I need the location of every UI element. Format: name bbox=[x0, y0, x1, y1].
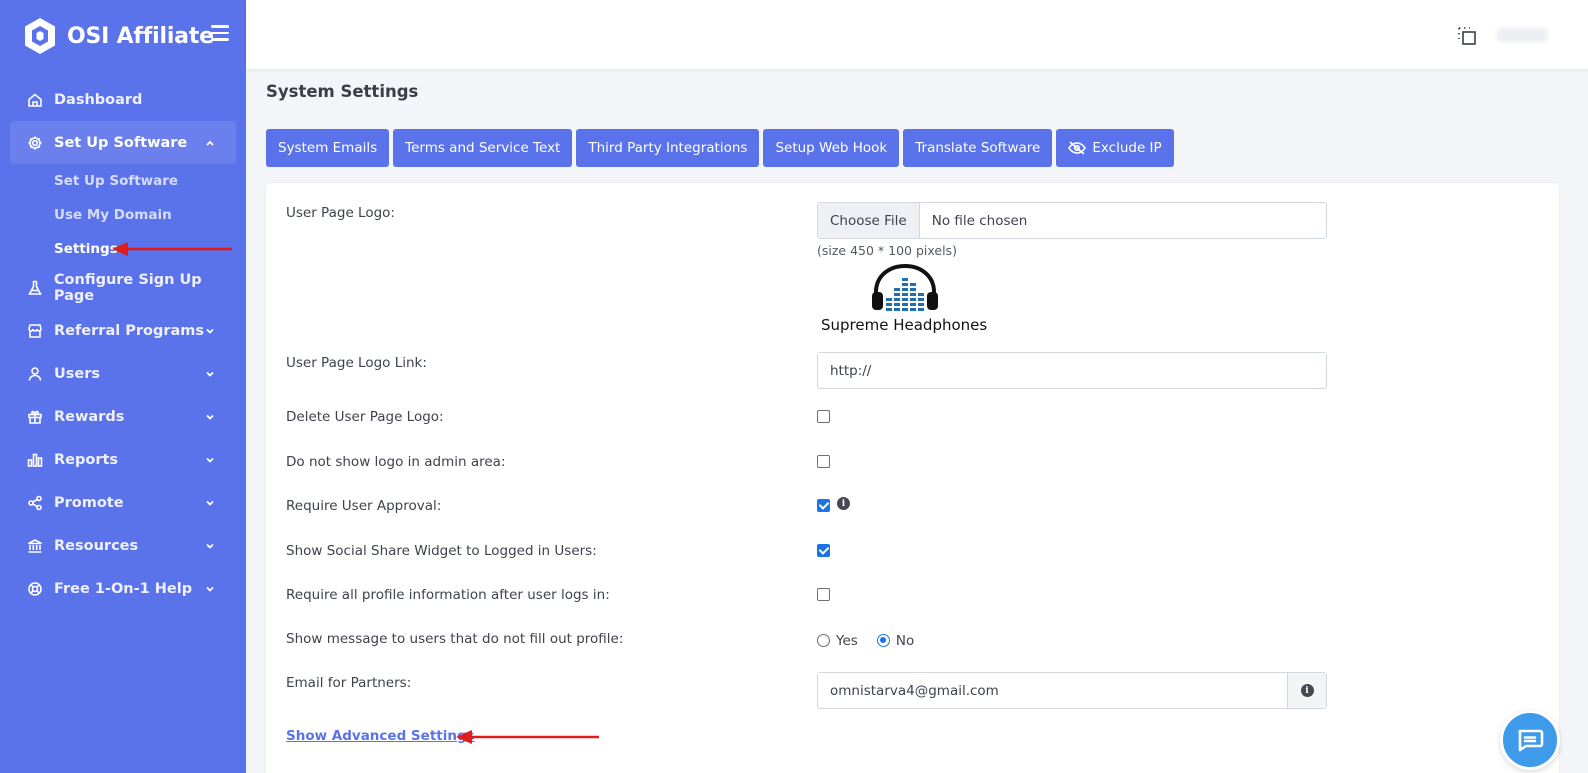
user-page-logo-label: User Page Logo: bbox=[286, 205, 395, 221]
chevron-down-icon bbox=[206, 414, 214, 420]
hide-logo-admin-checkbox[interactable] bbox=[817, 455, 830, 468]
lifebuoy-icon bbox=[26, 580, 44, 598]
sidebar-item-promote[interactable]: Promote bbox=[0, 481, 246, 524]
sidebar-item-label: Free 1-On-1 Help bbox=[54, 580, 193, 597]
chevron-down-icon bbox=[206, 543, 214, 549]
sidebar-item-label: Users bbox=[54, 365, 101, 382]
user-icon bbox=[26, 365, 44, 383]
sidebar-subitem-setup-software[interactable]: Set Up Software bbox=[0, 164, 246, 198]
settings-card: User Page Logo: Choose File No file chos… bbox=[266, 183, 1559, 773]
file-name-text: No file chosen bbox=[931, 212, 1028, 229]
logo-link-input[interactable]: http:// bbox=[817, 352, 1327, 389]
logo-preview-text: Supreme Headphones bbox=[821, 316, 988, 334]
show-message-radio-group: Yes No bbox=[817, 630, 928, 649]
choose-file-button[interactable]: Choose File bbox=[818, 203, 920, 238]
sidebar-item-referral-programs[interactable]: Referral Programs bbox=[0, 309, 246, 352]
require-profile-label: Require all profile information after us… bbox=[286, 587, 610, 603]
settings-tabs: System Emails Terms and Service Text Thi… bbox=[266, 129, 1174, 167]
sidebar-item-resources[interactable]: Resources bbox=[0, 524, 246, 567]
menu-toggle-icon[interactable] bbox=[211, 25, 229, 41]
store-icon bbox=[26, 322, 44, 340]
eye-slash-icon bbox=[1068, 141, 1087, 155]
user-menu[interactable] bbox=[1496, 28, 1548, 42]
gift-icon bbox=[26, 408, 44, 426]
delete-logo-checkbox[interactable] bbox=[817, 410, 830, 423]
tab-third-party-integrations[interactable]: Third Party Integrations bbox=[576, 129, 760, 167]
sidebar-item-configure-sign-up-page[interactable]: Configure Sign Up Page bbox=[0, 266, 246, 309]
sidebar-subitem-use-my-domain[interactable]: Use My Domain bbox=[0, 198, 246, 232]
logo-link-label: User Page Logo Link: bbox=[286, 355, 427, 371]
headphones-logo-icon bbox=[872, 264, 938, 311]
partner-email-input[interactable]: omnistarva4@gmail.com bbox=[818, 673, 1287, 708]
tab-terms-and-service-text[interactable]: Terms and Service Text bbox=[393, 129, 573, 167]
show-advanced-settings-link[interactable]: Show Advanced Settings bbox=[286, 728, 475, 744]
chevron-up-icon bbox=[206, 140, 214, 146]
radio-yes[interactable] bbox=[817, 634, 830, 647]
bank-icon bbox=[26, 537, 44, 555]
sidebar-item-label: Resources bbox=[54, 537, 139, 554]
bar-chart-icon bbox=[26, 451, 44, 469]
show-message-label: Show message to users that do not fill o… bbox=[286, 631, 624, 647]
sidebar-item-label: Rewards bbox=[54, 408, 125, 425]
sidebar: OSI Affiliate Dashboard Set Up Software … bbox=[0, 0, 246, 773]
email-info-button[interactable]: i bbox=[1287, 673, 1326, 708]
tab-exclude-ip[interactable]: Exclude IP bbox=[1056, 129, 1174, 167]
share-icon bbox=[26, 494, 44, 512]
chat-widget-button[interactable] bbox=[1500, 710, 1560, 770]
social-share-label: Show Social Share Widget to Logged in Us… bbox=[286, 543, 597, 559]
tab-system-emails[interactable]: System Emails bbox=[266, 129, 390, 167]
info-icon[interactable]: i bbox=[837, 497, 850, 510]
sidebar-item-label: Reports bbox=[54, 451, 119, 468]
logo-file-input[interactable]: Choose File No file chosen bbox=[817, 202, 1327, 239]
radio-no-label: No bbox=[895, 632, 915, 649]
social-share-checkbox[interactable] bbox=[817, 544, 830, 557]
sidebar-item-free-help[interactable]: Free 1-On-1 Help bbox=[0, 567, 246, 610]
brand-name: OSI Affiliate bbox=[67, 23, 214, 49]
partner-email-input-group: omnistarva4@gmail.com i bbox=[817, 672, 1327, 709]
hexagon-logo-icon bbox=[25, 18, 55, 54]
sidebar-item-users[interactable]: Users bbox=[0, 352, 246, 395]
sidebar-item-label: Dashboard bbox=[54, 91, 143, 108]
home-icon bbox=[26, 91, 44, 109]
chevron-down-icon bbox=[206, 586, 214, 592]
brand[interactable]: OSI Affiliate bbox=[22, 14, 214, 58]
sidebar-nav: Dashboard Set Up Software Set Up Softwar… bbox=[0, 78, 246, 610]
sidebar-item-label: Configure Sign Up Page bbox=[53, 271, 202, 304]
require-profile-checkbox[interactable] bbox=[817, 588, 830, 601]
require-approval-checkbox[interactable] bbox=[817, 499, 830, 512]
info-icon: i bbox=[1300, 684, 1314, 697]
flask-icon bbox=[26, 279, 44, 297]
page-title: System Settings bbox=[266, 82, 419, 101]
sidebar-item-dashboard[interactable]: Dashboard bbox=[0, 78, 246, 121]
chevron-down-icon bbox=[206, 457, 214, 463]
chevron-down-icon bbox=[206, 500, 214, 506]
chevron-down-icon bbox=[206, 328, 214, 334]
annotation-arrow bbox=[112, 242, 232, 256]
sidebar-item-rewards[interactable]: Rewards bbox=[0, 395, 246, 438]
tab-label: Exclude IP bbox=[1092, 140, 1162, 156]
chevron-down-icon bbox=[206, 371, 214, 377]
chat-bubble-icon bbox=[1518, 729, 1544, 752]
delete-logo-label: Delete User Page Logo: bbox=[286, 409, 444, 425]
top-bar bbox=[246, 0, 1588, 69]
radio-yes-label: Yes bbox=[836, 632, 858, 649]
tab-translate-software[interactable]: Translate Software bbox=[903, 129, 1053, 167]
logo-size-hint: (size 450 * 100 pixels) bbox=[817, 243, 957, 258]
require-approval-label: Require User Approval: bbox=[286, 498, 442, 514]
partner-email-label: Email for Partners: bbox=[286, 675, 412, 691]
sidebar-item-label: Set Up Software bbox=[54, 134, 188, 151]
fullscreen-icon[interactable] bbox=[1456, 25, 1478, 47]
annotation-arrow bbox=[456, 730, 599, 744]
sidebar-item-setup-software[interactable]: Set Up Software bbox=[10, 121, 236, 164]
hide-logo-admin-label: Do not show logo in admin area: bbox=[286, 454, 506, 470]
sidebar-item-label: Referral Programs bbox=[54, 322, 205, 339]
tab-setup-web-hook[interactable]: Setup Web Hook bbox=[763, 129, 900, 167]
radio-no[interactable] bbox=[876, 634, 890, 647]
sidebar-item-reports[interactable]: Reports bbox=[0, 438, 246, 481]
gear-icon bbox=[26, 134, 44, 152]
sidebar-item-label: Promote bbox=[54, 494, 124, 511]
